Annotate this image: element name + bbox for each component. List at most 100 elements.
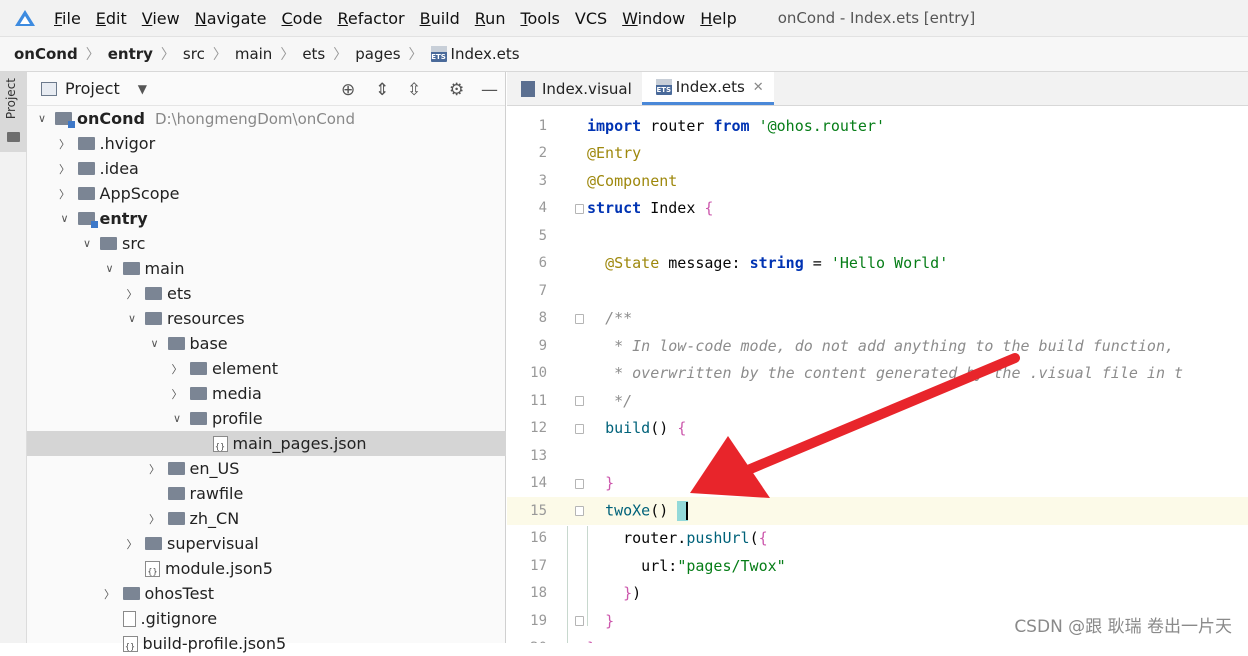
breadcrumb-item-entry[interactable]: entry	[108, 45, 153, 63]
chevron-right-icon[interactable]: 〉	[170, 386, 184, 402]
chevron-right-icon[interactable]: 〉	[58, 186, 72, 202]
code-text: }	[587, 612, 614, 630]
tree-item[interactable]: 〉AppScope	[27, 181, 506, 206]
locate-icon[interactable]: ⊕	[341, 80, 355, 100]
code-text: */	[587, 392, 632, 410]
tree-item[interactable]: 〉.idea	[27, 156, 506, 181]
fold-marker-icon[interactable]	[575, 314, 584, 324]
menu-code[interactable]: Code	[282, 9, 323, 28]
chevron-right-icon[interactable]: 〉	[148, 461, 162, 477]
code-line: 1import router from '@ohos.router'	[507, 112, 1248, 140]
project-tool-tab[interactable]: Project	[0, 72, 27, 152]
fold-marker-icon[interactable]	[575, 204, 584, 214]
menu-tools[interactable]: Tools	[520, 9, 559, 28]
tree-item[interactable]: {}build-profile.json5	[27, 631, 506, 656]
menu-window[interactable]: Window	[622, 9, 685, 28]
tree-item-label: src	[122, 234, 145, 253]
menu-file[interactable]: File	[54, 9, 81, 28]
json-file-icon: {}	[145, 561, 160, 577]
code-text: })	[587, 584, 641, 602]
line-number: 19	[507, 613, 547, 629]
tree-item[interactable]: ∨resources	[27, 306, 506, 331]
fold-marker-icon[interactable]	[575, 506, 584, 516]
tab-index-ets[interactable]: ETS Index.ets ✕	[642, 72, 774, 105]
caret-down-icon[interactable]: ▼	[138, 82, 147, 96]
tab-index-visual[interactable]: Index.visual	[507, 72, 642, 105]
chevron-right-icon[interactable]: 〉	[58, 136, 72, 152]
tree-item[interactable]: 〉ets	[27, 281, 506, 306]
chevron-down-icon[interactable]: ∨	[125, 312, 139, 325]
line-number: 16	[507, 530, 547, 546]
folder-icon	[78, 137, 95, 150]
chevron-right-icon[interactable]: 〉	[148, 511, 162, 527]
project-tool-tab-label: Project	[4, 78, 18, 119]
close-icon[interactable]: ✕	[753, 80, 764, 95]
chevron-down-icon[interactable]: ∨	[148, 337, 162, 350]
tree-item[interactable]: 〉element	[27, 356, 506, 381]
fold-marker-icon[interactable]	[575, 424, 584, 434]
fold-marker-icon[interactable]	[575, 479, 584, 489]
tree-item[interactable]: rawfile	[27, 481, 506, 506]
breadcrumb-item-oncond[interactable]: onCond	[14, 45, 78, 63]
fold-marker-icon[interactable]	[575, 616, 584, 626]
tree-item[interactable]: 〉supervisual	[27, 531, 506, 556]
line-number: 6	[507, 255, 547, 271]
window-title: onCond - Index.ets [entry]	[778, 9, 975, 27]
chevron-down-icon[interactable]: ∨	[58, 212, 72, 225]
tree-item[interactable]: {} module.json5	[27, 556, 506, 581]
expand-all-icon[interactable]: ⇕	[375, 80, 389, 100]
chevron-right-icon[interactable]: 〉	[170, 361, 184, 377]
breadcrumb: onCond 〉 entry 〉 src 〉 main 〉 ets 〉 page…	[0, 36, 1248, 72]
tree-item[interactable]: 〉en_US	[27, 456, 506, 481]
chevron-right-icon[interactable]: 〉	[125, 536, 139, 552]
tree-item[interactable]: 〉ohosTest	[27, 581, 506, 606]
menu-edit[interactable]: Edit	[96, 9, 127, 28]
fold-marker-icon[interactable]	[575, 396, 584, 406]
tree-item[interactable]: ∨ src	[27, 231, 506, 256]
line-number: 12	[507, 420, 547, 436]
code-text: }	[587, 639, 596, 643]
chevron-down-icon[interactable]: ∨	[103, 262, 117, 275]
chevron-down-icon[interactable]: ∨	[80, 237, 94, 250]
breadcrumb-item-index-ets[interactable]: Index.ets	[451, 45, 520, 63]
chevron-down-icon[interactable]: ∨	[35, 112, 49, 125]
tree-item[interactable]: 〉zh_CN	[27, 506, 506, 531]
menu-navigate[interactable]: Navigate	[195, 9, 267, 28]
tree-item[interactable]: .gitignore	[27, 606, 506, 631]
indent-guide	[587, 526, 588, 626]
tree-item[interactable]: ∨onCondD:\hongmengDom\onCond	[27, 106, 506, 131]
chevron-down-icon[interactable]: ∨	[170, 412, 184, 425]
folder-icon	[168, 487, 185, 500]
tree-item[interactable]: ∨base	[27, 331, 506, 356]
project-panel-title[interactable]: Project	[65, 79, 120, 98]
menu-run[interactable]: Run	[475, 9, 506, 28]
tree-item-label: module.json5	[165, 559, 273, 578]
tree-item[interactable]: ∨main	[27, 256, 506, 281]
indent-guide	[567, 526, 568, 643]
chevron-right-icon[interactable]: 〉	[125, 286, 139, 302]
tree-item-label: onCond	[77, 109, 145, 128]
menu-help[interactable]: Help	[700, 9, 736, 28]
collapse-all-icon[interactable]: ⇳	[407, 80, 421, 100]
breadcrumb-item-ets[interactable]: ets	[302, 45, 325, 63]
menu-refactor[interactable]: Refactor	[337, 9, 404, 28]
tree-item[interactable]: {}main_pages.json	[27, 431, 506, 456]
breadcrumb-item-src[interactable]: src	[183, 45, 205, 63]
tree-item[interactable]: ∨entry	[27, 206, 506, 231]
folder-icon	[168, 512, 185, 525]
chevron-right-icon: 〉	[161, 44, 175, 64]
menu-vcs[interactable]: VCS	[575, 9, 607, 28]
minimize-icon[interactable]: —	[481, 80, 498, 100]
breadcrumb-item-pages[interactable]: pages	[355, 45, 400, 63]
tree-item[interactable]: 〉media	[27, 381, 506, 406]
tree-item[interactable]: 〉.hvigor	[27, 131, 506, 156]
chevron-right-icon[interactable]: 〉	[103, 586, 117, 602]
menu-build[interactable]: Build	[420, 9, 460, 28]
code-line: 3@Component	[507, 167, 1248, 195]
chevron-right-icon[interactable]: 〉	[58, 161, 72, 177]
breadcrumb-item-main[interactable]: main	[235, 45, 272, 63]
menu-view[interactable]: View	[142, 9, 180, 28]
gear-icon[interactable]: ⚙	[449, 80, 464, 100]
tree-item-label: main_pages.json	[233, 434, 367, 453]
tree-item[interactable]: ∨profile	[27, 406, 506, 431]
